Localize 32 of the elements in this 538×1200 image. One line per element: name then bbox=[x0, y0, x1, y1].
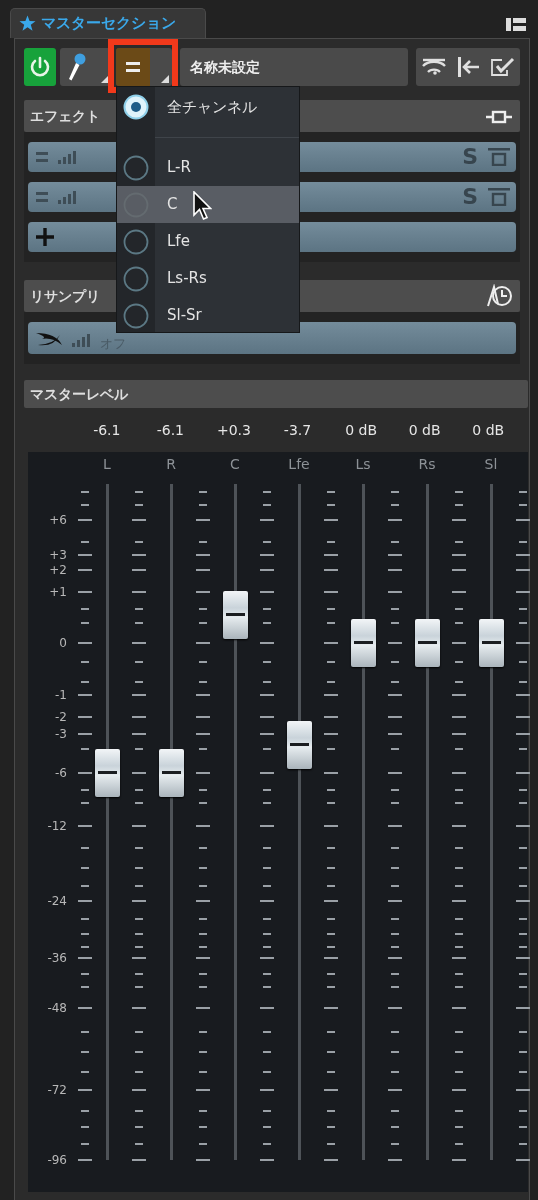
scale-label: 0 bbox=[59, 635, 67, 651]
section-title: マスターレベル bbox=[30, 384, 128, 404]
channel-label: Ls bbox=[355, 455, 371, 474]
section-title: エフェクト bbox=[30, 106, 100, 126]
section-title: リサンプリ bbox=[30, 286, 100, 306]
scale-label: -24 bbox=[47, 893, 67, 909]
scale-label: +6 bbox=[49, 512, 67, 528]
level-reading: -3.7 bbox=[282, 420, 313, 440]
level-reading: -6.1 bbox=[92, 420, 122, 440]
channel-label: Rs bbox=[418, 455, 436, 474]
level-reading: -6.1 bbox=[155, 420, 186, 440]
scale-label: +2 bbox=[49, 562, 67, 578]
channel-label: L bbox=[103, 455, 111, 474]
scale-label: -12 bbox=[47, 818, 67, 834]
scale-label: -48 bbox=[47, 1000, 67, 1016]
channel-label: Sl bbox=[484, 455, 498, 474]
level-reading: 0 dB bbox=[407, 420, 442, 440]
scale-label: -6 bbox=[55, 765, 67, 781]
level-reading: 0 dB bbox=[344, 420, 379, 440]
scale-label: -2 bbox=[55, 709, 67, 725]
scale-label: +3 bbox=[49, 547, 67, 563]
level-reading: 0 dB bbox=[471, 420, 506, 440]
channel-label: Lfe bbox=[288, 455, 310, 474]
scale-label: +1 bbox=[49, 584, 67, 600]
level-reading: +0.3 bbox=[215, 420, 252, 440]
scale-label: -3 bbox=[55, 726, 67, 742]
scale-label: -96 bbox=[47, 1152, 67, 1168]
scale-label: -36 bbox=[47, 950, 67, 966]
channel-label: R bbox=[166, 455, 176, 474]
scale-label: -1 bbox=[55, 687, 67, 703]
scale-label: -72 bbox=[47, 1082, 67, 1098]
channel-label: C bbox=[230, 455, 240, 474]
